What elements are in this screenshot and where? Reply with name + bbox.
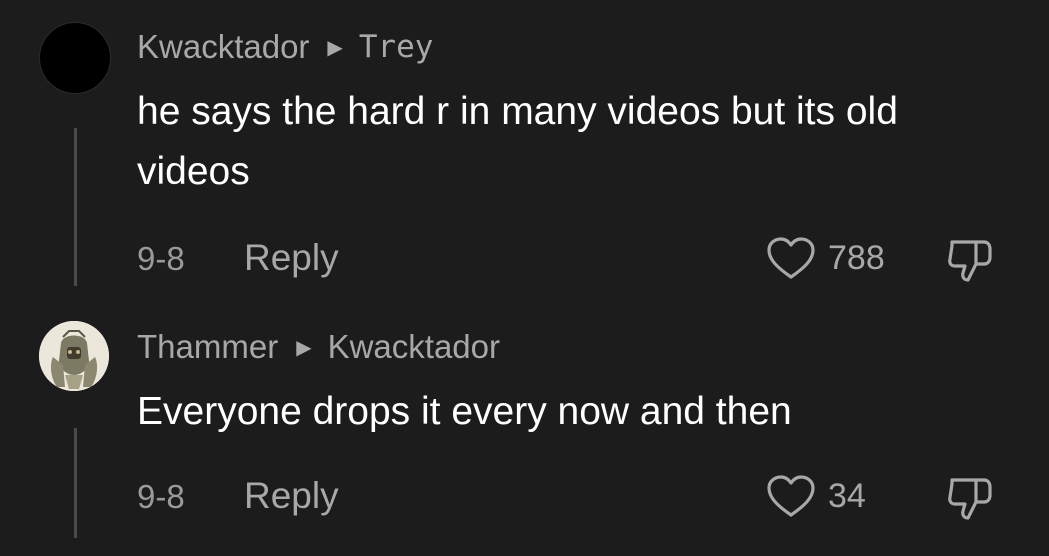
comment-text: he says the hard r in many videos but it… <box>137 90 898 193</box>
comment-header: Thammer ▶ Kwacktador <box>137 328 500 366</box>
dislike-button[interactable] <box>946 236 996 289</box>
avatar[interactable] <box>39 321 109 391</box>
dislike-button[interactable] <box>946 474 996 527</box>
comment-header: Kwacktador ▶ Trey <box>137 28 433 66</box>
reply-to-name[interactable]: Kwacktador <box>328 328 500 366</box>
like-count: 788 <box>828 238 885 277</box>
like-count: 34 <box>828 476 866 515</box>
like-button[interactable]: 34 <box>766 474 866 518</box>
reply-button[interactable]: Reply <box>244 475 339 517</box>
triangle-right-icon: ▶ <box>296 336 312 359</box>
like-button[interactable]: 788 <box>766 236 885 280</box>
reply-button[interactable]: Reply <box>244 237 339 279</box>
thread-line <box>74 128 77 286</box>
thread-line <box>74 428 77 538</box>
comment-date: 9-8 <box>137 478 185 515</box>
avatar[interactable] <box>39 22 111 94</box>
thumbs-down-icon <box>948 240 992 282</box>
triangle-right-icon: ▶ <box>327 36 343 59</box>
heart-icon <box>767 475 815 517</box>
avatar-illustration <box>39 321 109 391</box>
comment-date: 9-8 <box>137 240 185 277</box>
comment-text: Everyone drops it every now and then <box>137 390 792 433</box>
thumbs-down-icon <box>948 478 992 520</box>
author-name[interactable]: Kwacktador <box>137 28 309 66</box>
heart-icon <box>767 237 815 279</box>
reply-to-name[interactable]: Trey <box>359 29 434 65</box>
author-name[interactable]: Thammer <box>137 328 278 366</box>
